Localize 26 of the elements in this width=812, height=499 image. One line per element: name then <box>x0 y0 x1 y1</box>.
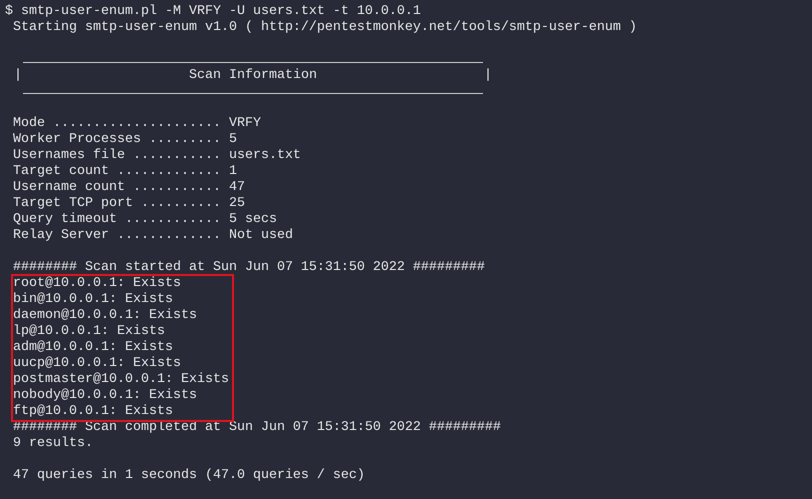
setting-line: Mode ..................... VRFY <box>13 116 261 131</box>
setting-line: Relay Server ............. Not used <box>13 228 293 243</box>
setting-line: Target TCP port .......... 25 <box>13 196 245 211</box>
result-line: postmaster@10.0.0.1: Exists <box>13 372 229 387</box>
result-line: ftp@10.0.0.1: Exists <box>13 404 173 419</box>
result-line: lp@10.0.0.1: Exists <box>13 324 165 339</box>
summary-line: 47 queries in 1 seconds (47.0 queries / sec) <box>13 468 365 483</box>
setting-line: Usernames file ........... users.txt <box>13 148 301 163</box>
result-line: root@10.0.0.1: Exists <box>13 276 181 291</box>
result-line: nobody@10.0.0.1: Exists <box>13 388 197 403</box>
section-title: Scan Information <box>188 68 318 84</box>
setting-line: Target count ............. 1 <box>13 164 237 179</box>
scan-completed-line: ######## Scan completed at Sun Jun 07 15:31:50 2022 ######### <box>13 420 501 435</box>
result-line: bin@10.0.0.1: Exists <box>13 292 173 307</box>
setting-line: Query timeout ............ 5 secs <box>13 212 277 227</box>
command-line: $ smtp-user-enum.pl -M VRFY -U users.txt -t 10.0.0.1 <box>5 4 421 19</box>
scan-started-line: ######## Scan started at Sun Jun 07 15:31:50 2022 ######### <box>13 260 485 275</box>
result-line: daemon@10.0.0.1: Exists <box>13 308 197 323</box>
setting-line: Worker Processes ......... 5 <box>13 132 237 147</box>
banner-text: Starting smtp-user-enum v1.0 ( http://pentestmonkey.net/tools/smtp-user-enum ) <box>13 20 637 35</box>
setting-line: Username count ........... 47 <box>13 180 245 195</box>
result-line: adm@10.0.0.1: Exists <box>13 340 173 355</box>
result-count: 9 results. <box>13 436 93 451</box>
result-line: uucp@10.0.0.1: Exists <box>13 356 181 371</box>
pipe-character: | <box>14 68 22 84</box>
pipe-character: | <box>484 68 492 84</box>
